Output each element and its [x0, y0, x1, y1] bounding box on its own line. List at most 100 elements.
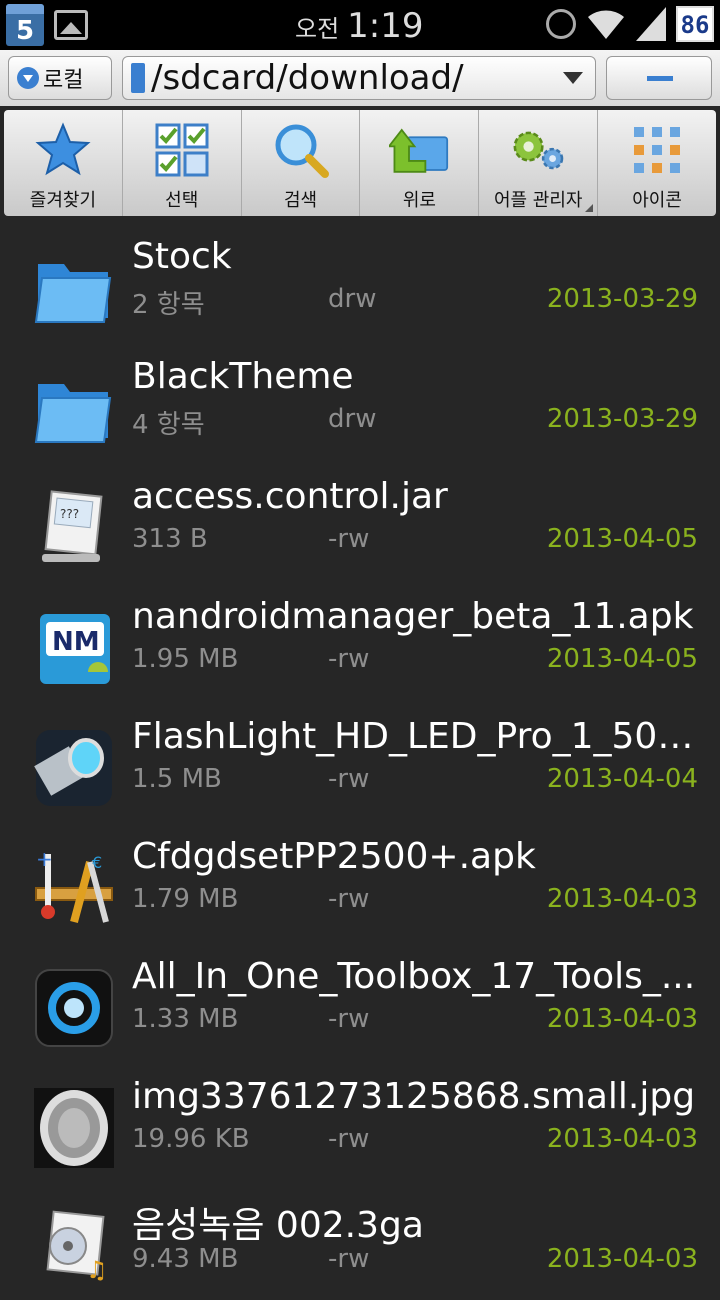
- file-date: 2013-04-05: [546, 524, 698, 554]
- file-permissions: -rw: [328, 644, 370, 674]
- svg-text:+: +: [36, 848, 53, 871]
- search-label: 검색: [284, 190, 318, 211]
- gallery-notification-icon: [54, 10, 88, 40]
- file-size: 4 항목: [132, 410, 205, 440]
- file-size: 313 B: [132, 524, 208, 554]
- file-permissions: -rw: [328, 884, 370, 914]
- file-size: 1.5 MB: [132, 764, 222, 794]
- calendar-day: 5: [15, 16, 35, 46]
- path-bar: 로컬 /sdcard/download/: [0, 50, 720, 106]
- alarm-icon: [546, 9, 576, 39]
- file-row[interactable]: All_In_One_Toolbox_17_Tools_... 1.33 MB …: [0, 940, 720, 1060]
- file-name: FlashLight_HD_LED_Pro_1_50.a...: [132, 716, 702, 757]
- file-row[interactable]: img33761273125868.small.jpg 19.96 KB -rw…: [0, 1060, 720, 1180]
- clock-ampm: 오전: [295, 15, 340, 43]
- storage-location-button[interactable]: 로컬: [8, 56, 112, 100]
- file-permissions: -rw: [328, 524, 370, 554]
- file-name: Stock: [132, 236, 232, 277]
- file-row[interactable]: Stock 2 항목 drw 2013-03-29: [0, 220, 720, 340]
- file-date: 2013-04-03: [546, 1124, 698, 1154]
- minus-icon: [647, 76, 673, 81]
- file-size: 1.79 MB: [132, 884, 239, 914]
- file-row[interactable]: NM nandroidmanager_beta_11.apk 1.95 MB -…: [0, 580, 720, 700]
- tools-app-icon: + €: [35, 848, 113, 924]
- file-date: 2013-04-03: [546, 1004, 698, 1034]
- icon-view-button[interactable]: 아이콘: [598, 110, 716, 216]
- favorites-button[interactable]: 즐겨찾기: [4, 110, 123, 216]
- file-date: 2013-03-29: [546, 404, 698, 434]
- folder-icon: [34, 384, 112, 443]
- file-permissions: -rw: [328, 1124, 370, 1154]
- file-size: 2 항목: [132, 290, 205, 320]
- file-permissions: -rw: [328, 1004, 370, 1034]
- file-date: 2013-04-04: [546, 764, 698, 794]
- file-date: 2013-04-03: [546, 884, 698, 914]
- app-manager-button[interactable]: 어플 관리자: [479, 110, 599, 216]
- current-path: /sdcard/download/: [151, 58, 464, 98]
- file-size: 9.43 MB: [132, 1244, 239, 1274]
- file-size: 1.95 MB: [132, 644, 239, 674]
- svg-text:NM: NM: [52, 627, 100, 657]
- up-label: 위로: [402, 190, 436, 211]
- file-row[interactable]: ??? access.control.jar 313 B -rw 2013-04…: [0, 460, 720, 580]
- battery-indicator: 86: [676, 6, 714, 42]
- file-size: 1.33 MB: [132, 1004, 239, 1034]
- file-name: 음성녹음 002.3ga: [132, 1205, 424, 1246]
- folder-icon: [34, 264, 112, 323]
- file-permissions: -rw: [328, 764, 370, 794]
- up-button[interactable]: 위로: [360, 110, 480, 216]
- clock: 오전 1:19: [295, 6, 424, 46]
- wifi-icon: [588, 10, 624, 39]
- file-name: img33761273125868.small.jpg: [132, 1076, 696, 1117]
- clock-time: 1:19: [347, 6, 424, 46]
- file-date: 2013-04-03: [546, 1244, 698, 1274]
- toolbar: 즐겨찾기 선택 검색 위로 어플 관리자 아이콘: [4, 110, 716, 216]
- system-icons: 86: [546, 6, 714, 42]
- toolbox-app-icon: [35, 969, 113, 1047]
- star-icon: [33, 120, 93, 180]
- file-name: nandroidmanager_beta_11.apk: [132, 596, 694, 637]
- gears-icon: [508, 120, 568, 180]
- file-row[interactable]: + € CfdgdsetPP2500+.apk 1.79 MB -rw 2013…: [0, 820, 720, 940]
- file-permissions: drw: [328, 404, 377, 434]
- file-row[interactable]: FlashLight_HD_LED_Pro_1_50.a... 1.5 MB -…: [0, 700, 720, 820]
- calendar-icon: 5: [6, 4, 44, 46]
- collapse-button[interactable]: [606, 56, 712, 100]
- chevron-down-icon: [563, 72, 583, 84]
- app-manager-label: 어플 관리자: [493, 190, 583, 211]
- file-row[interactable]: ♫ 음성녹음 002.3ga 9.43 MB -rw 2013-04-03: [0, 1180, 720, 1300]
- file-name: access.control.jar: [132, 476, 448, 517]
- file-permissions: drw: [328, 284, 377, 314]
- file-row[interactable]: BlackTheme 4 항목 drw 2013-03-29: [0, 340, 720, 460]
- file-list: Stock 2 항목 drw 2013-03-29 BlackTheme 4 항…: [0, 220, 720, 1300]
- storage-location-label: 로컬: [43, 68, 84, 93]
- select-label: 선택: [165, 190, 199, 211]
- favorites-label: 즐겨찾기: [29, 190, 97, 211]
- file-name: All_In_One_Toolbox_17_Tools_...: [132, 956, 696, 997]
- search-button[interactable]: 검색: [242, 110, 361, 216]
- select-grid-icon: [152, 120, 212, 180]
- file-name: CfdgdsetPP2500+.apk: [132, 836, 536, 877]
- file-name: BlackTheme: [132, 356, 354, 397]
- audio-file-icon: ♫: [46, 1210, 108, 1284]
- sdcard-icon: [131, 63, 145, 93]
- svg-text:€: €: [92, 853, 102, 872]
- signal-icon: [636, 7, 666, 41]
- notification-icons: 5: [6, 4, 88, 46]
- path-dropdown[interactable]: /sdcard/download/: [122, 56, 596, 100]
- svg-text:???: ???: [60, 507, 79, 521]
- icon-view-label: 아이콘: [632, 190, 682, 211]
- image-thumbnail-icon: [34, 1088, 114, 1168]
- magnifier-icon: [271, 120, 331, 180]
- select-button[interactable]: 선택: [123, 110, 242, 216]
- nm-app-icon: NM: [40, 614, 110, 684]
- file-permissions: -rw: [328, 1244, 370, 1274]
- submenu-indicator-icon: [585, 204, 594, 212]
- file-date: 2013-03-29: [546, 284, 698, 314]
- file-date: 2013-04-05: [546, 644, 698, 674]
- unknown-file-icon: ???: [42, 490, 103, 562]
- up-folder-icon: [389, 120, 449, 180]
- status-bar: 5 오전 1:19 86: [0, 0, 720, 50]
- flashlight-app-icon: [34, 730, 112, 806]
- dropdown-circle-icon: [17, 67, 39, 89]
